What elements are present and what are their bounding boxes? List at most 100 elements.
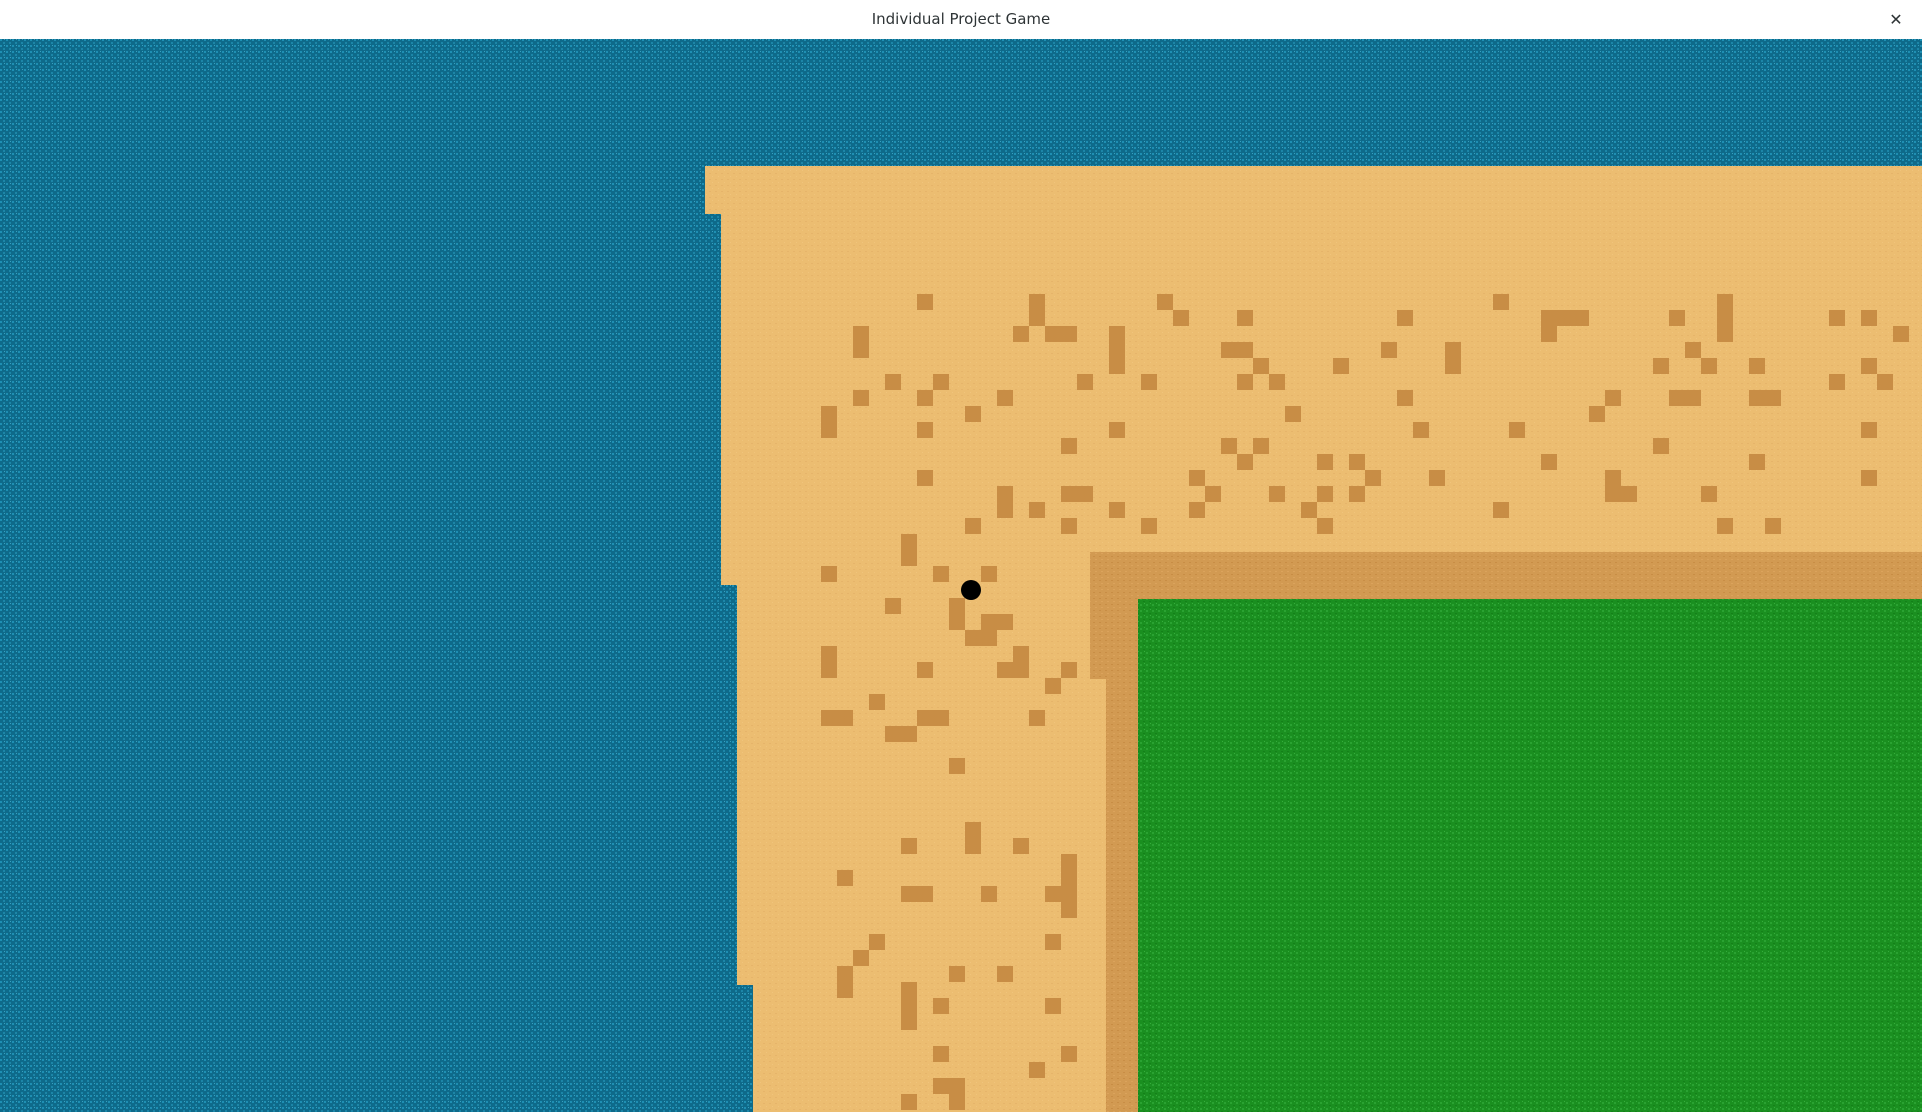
dirt-speck: [917, 710, 933, 726]
dirt-speck: [1237, 342, 1253, 358]
dirt-speck: [1029, 294, 1045, 310]
dirt-speck: [1861, 422, 1877, 438]
dirt-speck: [917, 294, 933, 310]
dirt-speck: [1861, 310, 1877, 326]
dirt-speck: [1621, 486, 1637, 502]
dirt-speck: [1109, 358, 1125, 374]
dirt-speck: [949, 614, 965, 630]
dirt-speck: [965, 630, 981, 646]
dirt-speck: [1509, 422, 1525, 438]
dirt-speck: [837, 710, 853, 726]
dirt-speck: [1109, 326, 1125, 342]
dirt-speck: [853, 342, 869, 358]
dirt-speck: [1029, 710, 1045, 726]
game-map[interactable]: [0, 39, 1922, 1112]
dirt-speck: [853, 326, 869, 342]
dirt-speck: [1397, 390, 1413, 406]
dirt-speck: [1493, 294, 1509, 310]
dirt-speck: [1061, 886, 1077, 902]
dirt-speck: [1541, 454, 1557, 470]
dirt-speck: [933, 374, 949, 390]
dirt-speck: [965, 822, 981, 838]
dirt-speck: [1061, 662, 1077, 678]
dirt-speck: [1669, 310, 1685, 326]
dirt-speck: [1349, 486, 1365, 502]
dirt-speck: [1701, 358, 1717, 374]
dirt-speck: [1445, 358, 1461, 374]
title-bar[interactable]: Individual Project Game ✕: [0, 0, 1922, 40]
dirt-speck: [1045, 934, 1061, 950]
dirt-speck: [1749, 390, 1765, 406]
dirt-speck: [1045, 678, 1061, 694]
dirt-speck: [1061, 486, 1077, 502]
dirt-speck: [1077, 374, 1093, 390]
dirt-speck: [885, 726, 901, 742]
dirt-speck: [1109, 502, 1125, 518]
dirt-speck: [1701, 486, 1717, 502]
dirt-speck: [933, 710, 949, 726]
dirt-speck: [1429, 470, 1445, 486]
dirt-speck: [1893, 326, 1909, 342]
dirt-speck: [1541, 326, 1557, 342]
dirt-speck: [997, 486, 1013, 502]
dirt-speck: [821, 422, 837, 438]
dirt-speck: [1237, 310, 1253, 326]
dirt-speck: [1861, 470, 1877, 486]
dirt-speck: [949, 1078, 965, 1094]
close-icon[interactable]: ✕: [1884, 7, 1908, 31]
dirt-speck: [821, 710, 837, 726]
dirt-speck: [949, 1094, 965, 1110]
dirt-speck: [1829, 310, 1845, 326]
dirt-speck: [1765, 390, 1781, 406]
dirt-speck: [1189, 502, 1205, 518]
dirt-speck: [1365, 470, 1381, 486]
dirt-speck: [1061, 438, 1077, 454]
dirt-speck: [821, 566, 837, 582]
dirt-speck: [1061, 902, 1077, 918]
dirt-speck: [901, 1014, 917, 1030]
dirt-speck: [1061, 326, 1077, 342]
dirt-speck: [837, 966, 853, 982]
dirt-speck: [917, 390, 933, 406]
dirt-speck: [1605, 486, 1621, 502]
dirt-speck: [1269, 486, 1285, 502]
dirt-speck: [1109, 422, 1125, 438]
dirt-speck: [1237, 454, 1253, 470]
dirt-speck: [901, 726, 917, 742]
dirt-speck: [981, 566, 997, 582]
dirt-speck: [997, 614, 1013, 630]
dirt-speck: [837, 870, 853, 886]
dirt-speck: [1669, 390, 1685, 406]
dirt-speck: [1253, 438, 1269, 454]
dirt-speck: [1605, 470, 1621, 486]
dirt-speck: [1685, 390, 1701, 406]
dirt-speck: [901, 550, 917, 566]
dirt-speck: [837, 982, 853, 998]
map-canvas[interactable]: [0, 39, 1922, 1112]
dirt-speck: [1013, 646, 1029, 662]
dirt-speck: [1765, 518, 1781, 534]
dirt-speck: [949, 966, 965, 982]
dirt-speck: [917, 470, 933, 486]
dirt-speck: [997, 502, 1013, 518]
grass-region: [1138, 599, 1922, 1112]
dirt-speck: [1173, 310, 1189, 326]
dirt-speck: [1557, 310, 1573, 326]
dirt-speck: [997, 966, 1013, 982]
dirt-speck: [933, 998, 949, 1014]
dirt-speck: [917, 886, 933, 902]
dirt-speck: [1029, 1062, 1045, 1078]
player-marker-icon[interactable]: [961, 580, 981, 600]
dirt-speck: [901, 982, 917, 998]
dirt-speck: [1045, 326, 1061, 342]
dirt-speck: [981, 886, 997, 902]
dirt-speck: [933, 1078, 949, 1094]
dirt-speck: [1717, 518, 1733, 534]
dirt-speck: [869, 934, 885, 950]
dirt-speck: [853, 390, 869, 406]
window-bottom-edge: [0, 1112, 1922, 1120]
dirt-speck: [933, 566, 949, 582]
dirt-speck: [1157, 294, 1173, 310]
dirt-speck: [1861, 358, 1877, 374]
dirt-speck: [1317, 486, 1333, 502]
